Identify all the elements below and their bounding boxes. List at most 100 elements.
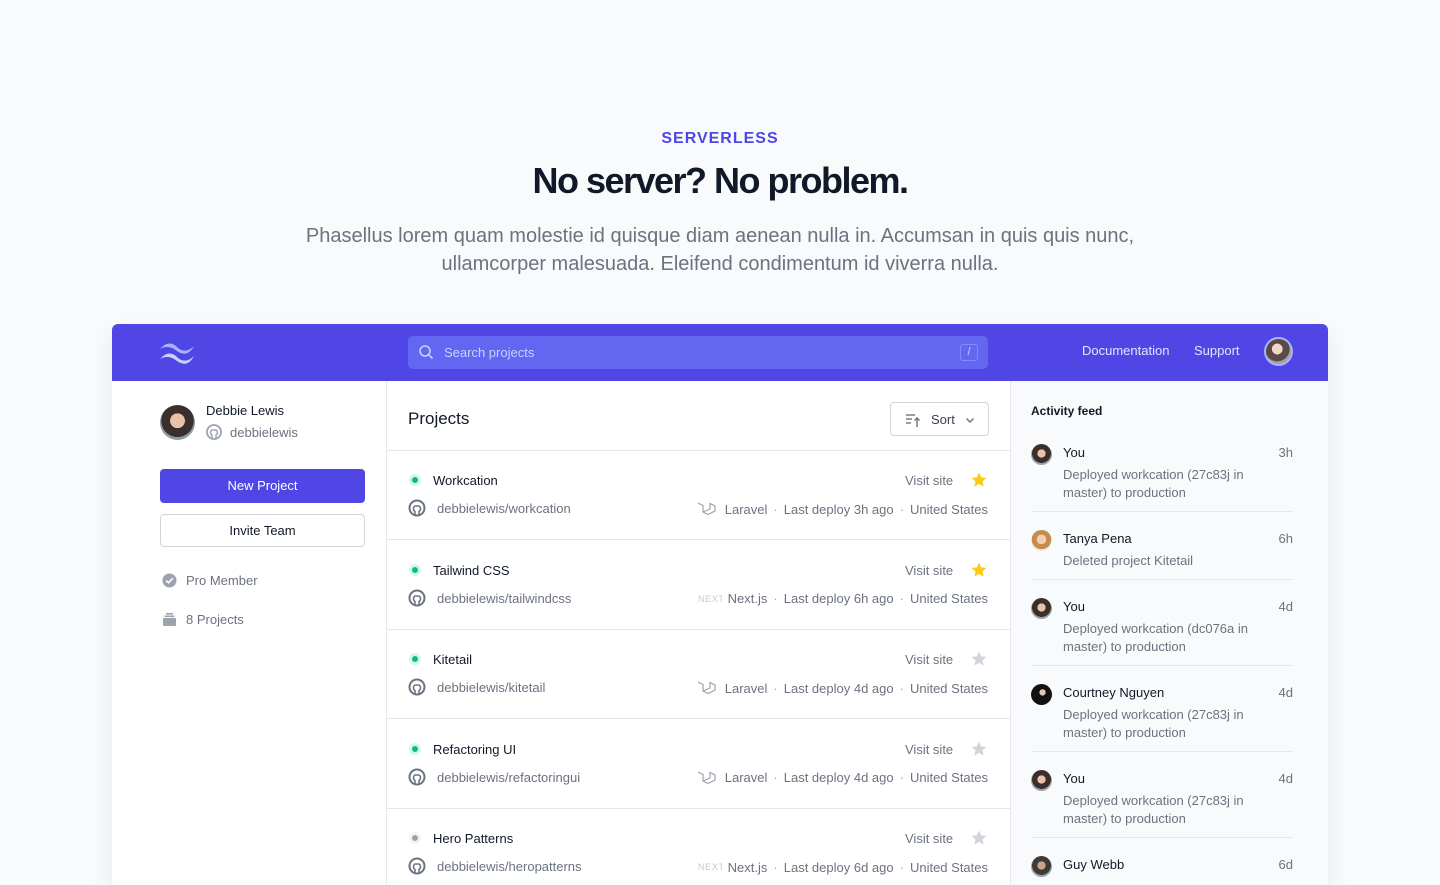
project-meta: Laravel · Last deploy 3h ago · United States <box>695 501 988 517</box>
avatar <box>1031 856 1052 877</box>
project-name[interactable]: Kitetail <box>433 652 472 667</box>
activity-time: 6h <box>1278 531 1293 546</box>
framework-label: Next.js <box>727 859 768 875</box>
project-repo[interactable]: debbielewis/tailwindcss <box>437 591 571 606</box>
activity-description: Deployed workcation (27c83j in master) t… <box>1063 793 1244 826</box>
activity-user: You <box>1063 445 1085 460</box>
github-icon <box>408 857 426 875</box>
activity-item: You 4d Deployed workcation (27c83j in mast… <box>1031 770 1293 838</box>
star-icon[interactable] <box>970 829 988 847</box>
status-dot <box>412 745 418 752</box>
nav-documentation-link[interactable]: Documentation <box>1082 343 1169 358</box>
nextjs-icon: NEXT <box>698 862 722 872</box>
projects-count-label: 8 Projects <box>186 612 244 627</box>
search-input[interactable]: Search projects <box>444 345 534 360</box>
project-row[interactable]: Tailwind CSS Visit site debbielewis/tailwi… <box>387 541 1010 630</box>
hero-subtitle: Phasellus lorem quam molestie id quisque… <box>305 225 1135 275</box>
project-repo[interactable]: debbielewis/workcation <box>437 501 571 516</box>
activity-user: Tanya Pena <box>1063 531 1132 546</box>
deploy-region: United States <box>909 501 988 517</box>
project-repo[interactable]: debbielewis/kitetail <box>437 680 545 695</box>
separator-dot: · <box>899 859 904 875</box>
star-icon[interactable] <box>970 650 988 668</box>
project-name[interactable]: Refactoring UI <box>433 742 516 757</box>
visit-site-link[interactable]: Visit site <box>905 473 953 488</box>
top-navbar: Search projects / Documentation Support <box>112 324 1328 381</box>
project-meta: Laravel · Last deploy 4d ago · United States <box>695 770 988 786</box>
github-icon <box>408 589 426 606</box>
project-row[interactable]: Workcation Visit site debbielewis/workcati… <box>387 451 1010 540</box>
framework-label: Next.js <box>727 591 768 606</box>
project-repo[interactable]: debbielewis/refactoringui <box>437 770 580 785</box>
project-name[interactable]: Workcation <box>433 473 498 488</box>
sort-button[interactable]: Sort <box>890 402 989 436</box>
github-icon <box>408 678 426 696</box>
deploy-region: United States <box>909 770 988 785</box>
activity-time: 4d <box>1278 685 1293 700</box>
laravel-icon <box>697 681 716 695</box>
activity-item: Courtney Nguyen 4d Deployed workcation (27… <box>1031 684 1293 752</box>
avatar <box>1031 684 1052 705</box>
framework-label: Laravel <box>724 770 768 785</box>
svg-text:NEXT: NEXT <box>698 862 722 872</box>
invite-team-button[interactable]: Invite Team <box>160 514 365 547</box>
deploy-region: United States <box>909 859 988 875</box>
hero-eyebrow: SERVERLESS <box>661 130 779 147</box>
activity-user: Courtney Nguyen <box>1063 685 1165 700</box>
deploy-time: Last deploy 3h ago <box>783 501 894 517</box>
activity-item: Guy Webb 6d <box>1031 856 1293 885</box>
separator-dot: · <box>773 591 778 606</box>
separator-dot: · <box>899 501 904 517</box>
deploy-time: Last deploy 4d ago <box>783 770 894 785</box>
visit-site-link[interactable]: Visit site <box>905 652 953 667</box>
search-bar[interactable]: Search projects / <box>408 336 988 369</box>
separator-dot: · <box>899 591 904 606</box>
nav-support-link[interactable]: Support <box>1194 343 1240 358</box>
activity-time: 4d <box>1278 599 1293 614</box>
activity-time: 6d <box>1278 857 1293 872</box>
separator-dot: · <box>899 770 904 785</box>
github-icon <box>408 499 426 517</box>
deploy-region: United States <box>909 680 988 696</box>
project-name[interactable]: Tailwind CSS <box>433 563 510 578</box>
project-row[interactable]: Hero Patterns Visit site debbielewis/herop… <box>387 809 1010 885</box>
status-dot <box>412 566 418 573</box>
project-row[interactable]: Kitetail Visit site debbielewis/kitetail La… <box>387 630 1010 719</box>
visit-site-link[interactable]: Visit site <box>905 742 953 757</box>
new-project-button[interactable]: New Project <box>160 469 365 503</box>
check-badge-icon <box>162 573 177 588</box>
star-icon[interactable] <box>970 740 988 758</box>
hero-headline: No server? No problem. <box>532 160 909 201</box>
project-repo[interactable]: debbielewis/heropatterns <box>437 859 582 874</box>
laravel-icon <box>697 502 716 516</box>
visit-site-link[interactable]: Visit site <box>905 831 953 846</box>
activity-feed-panel: Activity feed You 3h Deployed workcation (… <box>1010 381 1328 885</box>
profile-handle: debbielewis <box>230 425 298 440</box>
profile-name: Debbie Lewis <box>206 403 285 418</box>
projects-panel: Projects Sort Workcation Visit site debbie… <box>387 381 1010 885</box>
chevron-down-icon <box>966 418 974 423</box>
sort-ascending-icon <box>906 414 920 427</box>
activity-item: You 4d Deployed workcation (dc076a in mast… <box>1031 598 1293 666</box>
activity-description: Deployed workcation (dc076a in master) t… <box>1063 621 1248 654</box>
activity-user: Guy Webb <box>1063 857 1125 872</box>
tailwind-logo-icon[interactable] <box>158 340 196 366</box>
user-avatar-button[interactable] <box>1264 337 1293 366</box>
separator-dot: · <box>773 859 778 875</box>
activity-time: 3h <box>1278 445 1293 460</box>
activity-description: Deleted project Kitetail <box>1063 553 1194 568</box>
star-icon[interactable] <box>970 561 988 579</box>
project-name[interactable]: Hero Patterns <box>433 831 513 846</box>
project-row[interactable]: Refactoring UI Visit site debbielewis/refa… <box>387 720 1010 809</box>
activity-item: You 3h Deployed workcation (27c83j in mast… <box>1031 444 1293 512</box>
avatar <box>1031 444 1052 465</box>
star-icon[interactable] <box>970 471 988 489</box>
project-meta: Laravel · Last deploy 4d ago · United States <box>695 680 988 696</box>
projects-header: Projects Sort <box>387 381 1010 451</box>
avatar <box>1031 598 1052 619</box>
status-dot <box>412 656 418 662</box>
activity-item: Tanya Pena 6h Deleted project Kitetail <box>1031 530 1293 580</box>
deploy-time: Last deploy 4d ago <box>783 680 894 696</box>
visit-site-link[interactable]: Visit site <box>905 563 953 578</box>
profile-avatar <box>160 405 195 440</box>
